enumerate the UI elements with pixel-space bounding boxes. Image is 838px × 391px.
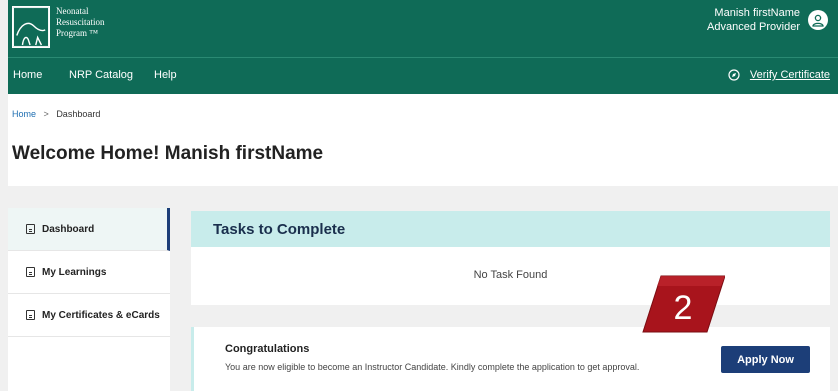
step-badge: 2	[642, 275, 725, 333]
sidebar: Dashboard My Learnings My Certificates &…	[8, 208, 170, 391]
user-role: Advanced Provider	[707, 21, 800, 33]
congrats-title: Congratulations	[225, 343, 310, 355]
compass-icon	[728, 69, 740, 81]
breadcrumb: Home > Dashboard	[12, 109, 100, 119]
nav-home[interactable]: Home	[13, 69, 42, 81]
sidebar-item-my-certificates[interactable]: My Certificates & eCards	[8, 294, 170, 337]
user-menu[interactable]: Manish firstName Advanced Provider	[707, 6, 828, 34]
nrp-logo[interactable]: Neonatal Resuscitation Program ™	[12, 6, 105, 48]
breadcrumb-current: Dashboard	[56, 109, 101, 119]
breadcrumb-home[interactable]: Home	[12, 109, 36, 119]
logo-line-3: Program ™	[56, 28, 99, 38]
user-avatar-icon[interactable]	[808, 10, 828, 30]
document-icon	[26, 224, 35, 234]
nav-nrp-catalog[interactable]: NRP Catalog	[69, 69, 133, 81]
breadcrumb-separator: >	[43, 109, 49, 119]
sidebar-item-dashboard[interactable]: Dashboard	[8, 208, 170, 251]
apply-now-button[interactable]: Apply Now	[721, 346, 810, 373]
user-info: Manish firstName Advanced Provider	[707, 6, 800, 34]
logo-line-2: Resuscitation	[56, 17, 105, 27]
congrats-message: You are now eligible to become an Instru…	[225, 362, 640, 372]
nav-help[interactable]: Help	[154, 69, 177, 81]
sidebar-item-label: Dashboard	[42, 223, 95, 235]
verify-certificate-label[interactable]: Verify Certificate	[750, 69, 830, 81]
document-icon	[26, 267, 35, 277]
congratulations-card: Congratulations You are now eligible to …	[191, 327, 830, 391]
sidebar-item-my-learnings[interactable]: My Learnings	[8, 251, 170, 294]
logo-text: Neonatal Resuscitation Program ™	[56, 6, 105, 39]
sidebar-item-label: My Certificates & eCards	[42, 309, 160, 321]
page-title: Welcome Home! Manish firstName	[12, 143, 324, 164]
document-icon	[26, 310, 35, 320]
user-name: Manish firstName	[714, 7, 800, 19]
verify-certificate-link[interactable]: Verify Certificate	[728, 69, 830, 81]
main-nav: Home NRP Catalog Help Verify Certificate	[8, 57, 838, 94]
sidebar-item-label: My Learnings	[42, 266, 107, 278]
page-header: Home > Dashboard Welcome Home! Manish fi…	[8, 94, 838, 186]
tasks-title: Tasks to Complete	[191, 211, 830, 247]
person-icon	[812, 14, 824, 27]
tasks-panel: Tasks to Complete No Task Found	[191, 211, 830, 305]
logo-line-1: Neonatal	[56, 6, 89, 16]
tasks-empty-message: No Task Found	[473, 269, 548, 281]
nrp-logo-icon	[12, 6, 50, 48]
top-header: Neonatal Resuscitation Program ™ Manish …	[8, 0, 838, 57]
step-badge-number: 2	[674, 289, 693, 327]
